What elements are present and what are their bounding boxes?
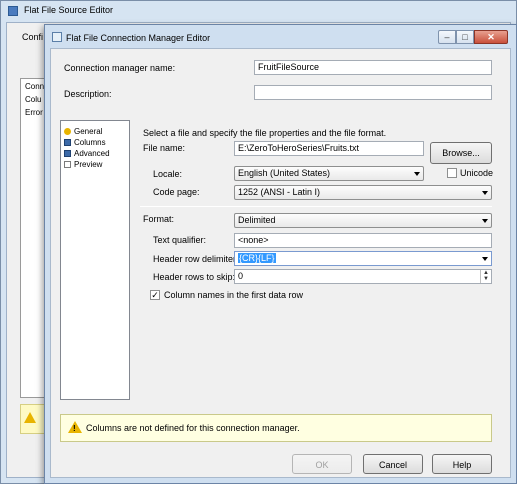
text-qualifier-label: Text qualifier: [153, 235, 207, 245]
general-icon [64, 128, 71, 135]
preview-icon [64, 161, 71, 168]
locale-label: Locale: [153, 169, 183, 179]
header-row-delimiter-value: {CR}{LF} [238, 253, 276, 263]
cancel-button[interactable]: Cancel [363, 454, 423, 474]
warning-icon [24, 412, 36, 423]
columns-icon [64, 139, 71, 146]
code-page-select[interactable]: 1252 (ANSI - Latin I) [234, 185, 492, 200]
code-page-label: Code page: [153, 187, 200, 197]
chevron-down-icon [482, 191, 488, 195]
minimize-button[interactable]: – [438, 30, 456, 44]
outer-nav-item-columns[interactable]: Colu [25, 95, 41, 104]
format-label: Format: [143, 214, 175, 224]
code-page-select-value: 1252 (ANSI - Latin I) [238, 187, 321, 197]
chevron-down-icon [414, 172, 420, 176]
header-rows-to-skip-label: Header rows to skip: [153, 272, 236, 282]
header-rows-to-skip-value: 0 [238, 271, 244, 281]
divider [140, 206, 492, 207]
unicode-checkbox[interactable] [447, 168, 457, 178]
maximize-button[interactable]: □ [456, 30, 474, 44]
file-name-label: File name: [143, 143, 186, 153]
chevron-down-icon [482, 219, 488, 223]
spin-arrows-icon[interactable]: ▲ ▼ [480, 270, 491, 283]
header-row-delimiter-label: Header row delimiter: [153, 254, 239, 264]
locale-select-value: English (United States) [238, 168, 331, 178]
connection-manager-name-input[interactable]: FruitFileSource [254, 60, 492, 75]
dialog-icon [52, 32, 62, 42]
nav-item-label: General [74, 127, 103, 136]
instruction-text: Select a file and specify the file prope… [143, 128, 387, 138]
warning-text: Columns are not defined for this connect… [86, 423, 300, 433]
help-button[interactable]: Help [432, 454, 492, 474]
nav-item-label: Columns [74, 138, 106, 147]
header-row-delimiter-select[interactable]: {CR}{LF} [234, 251, 492, 266]
connection-manager-name-label: Connection manager name: [64, 63, 176, 73]
description-input[interactable] [254, 85, 492, 100]
chevron-down-icon [482, 257, 488, 261]
unicode-label: Unicode [460, 168, 494, 178]
nav-item-preview[interactable]: Preview [64, 160, 102, 169]
close-button[interactable]: ✕ [474, 30, 508, 44]
outer-configure-label: Confi [22, 32, 44, 42]
format-select-value: Delimited [238, 215, 276, 225]
nav-item-general[interactable]: General [64, 127, 102, 136]
column-names-label: Column names in the first data row [164, 290, 304, 300]
format-select[interactable]: Delimited [234, 213, 492, 228]
browse-button[interactable]: Browse... [430, 142, 492, 164]
ok-button[interactable]: OK [292, 454, 352, 474]
nav-item-label: Preview [74, 160, 103, 169]
nav-item-label: Advanced [74, 149, 110, 158]
file-name-input[interactable]: E:\ZeroToHeroSeries\Fruits.txt [234, 141, 424, 156]
nav-item-columns[interactable]: Columns [64, 138, 106, 147]
outer-nav-item-connection[interactable]: Conn [25, 82, 44, 91]
app-icon [8, 6, 18, 16]
column-names-checkbox[interactable]: ✓ [150, 290, 160, 300]
locale-select[interactable]: English (United States) [234, 166, 424, 181]
outer-window-title: Flat File Source Editor [24, 5, 114, 15]
advanced-icon [64, 150, 71, 157]
warning-icon-mark: ! [73, 424, 76, 433]
nav-item-advanced[interactable]: Advanced [64, 149, 110, 158]
text-qualifier-input[interactable]: <none> [234, 233, 492, 248]
dialog-title: Flat File Connection Manager Editor [66, 33, 211, 43]
outer-nav-item-error[interactable]: Error [25, 108, 43, 117]
description-label: Description: [64, 89, 112, 99]
header-rows-to-skip-stepper[interactable]: 0 ▲ ▼ [234, 269, 492, 284]
